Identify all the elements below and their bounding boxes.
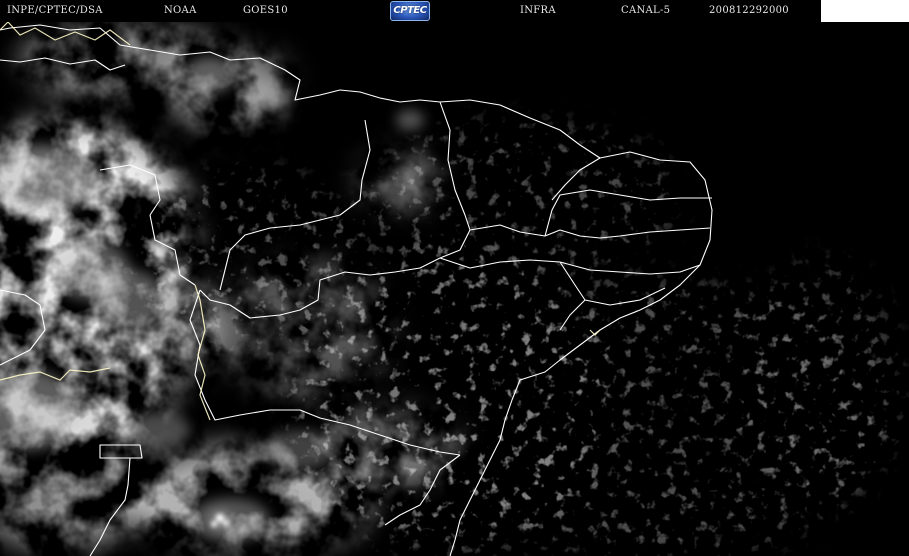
product-label: INFRA [520, 5, 556, 16]
cptec-logo: CPTEC [390, 1, 430, 21]
logo-text: CPTEC [393, 5, 427, 16]
satellite-image [0, 0, 909, 556]
cloud-speckles [0, 0, 909, 556]
image-header-bar: INPE/CPTEC/DSA NOAA GOES10 CPTEC INFRA C… [0, 0, 909, 22]
satellite-label: GOES10 [243, 5, 288, 16]
source-label: INPE/CPTEC/DSA [7, 5, 103, 16]
timestamp-label: 200812292000 [709, 5, 789, 16]
channel-label: CANAL-5 [621, 5, 671, 16]
white-box [821, 0, 909, 22]
agency-label: NOAA [164, 5, 197, 16]
